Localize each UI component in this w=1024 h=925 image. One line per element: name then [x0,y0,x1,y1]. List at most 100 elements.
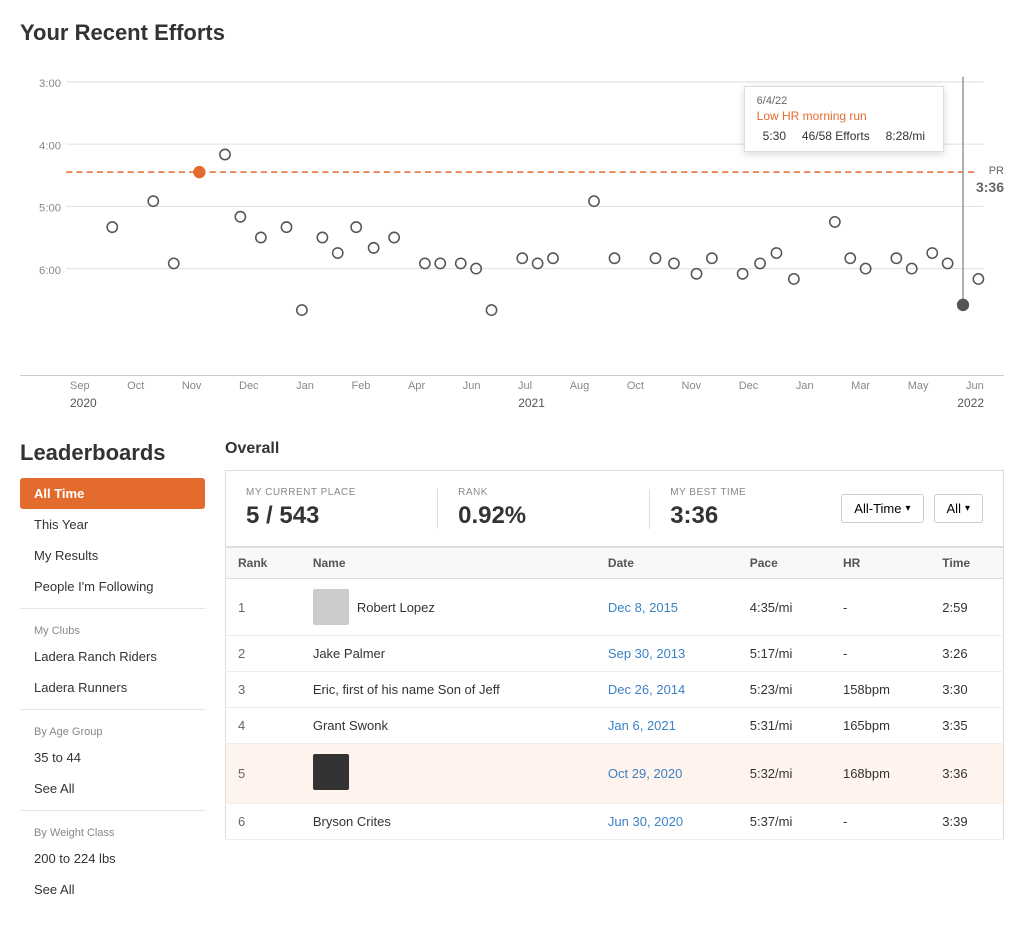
tooltip-time: 5:30 [763,129,786,143]
main-content: Overall MY CURRENT PLACE 5 / 543 RANK 0.… [205,440,1004,905]
filter-gender-button[interactable]: All [934,494,983,523]
name-cell [301,744,596,804]
svg-text:3:00: 3:00 [39,78,61,90]
filter-time-button[interactable]: All-Time [841,494,923,523]
table-row: 2 Jake Palmer Sep 30, 2013 5:17/mi - 3:2… [226,636,1004,672]
stat-best-time-value: 3:36 [670,502,841,530]
hr-cell: 168bpm [831,744,930,804]
date-link[interactable]: Dec 8, 2015 [608,600,678,615]
stat-rank-label: RANK [458,487,629,498]
svg-text:6:00: 6:00 [39,265,61,277]
rank-cell: 3 [238,682,245,697]
table-row: 4 Grant Swonk Jan 6, 2021 5:31/mi 165bpm… [226,708,1004,744]
sidebar-item-see-all-weight[interactable]: See All [20,874,205,905]
x-label-dec1: Dec [239,380,259,392]
stat-divider-2 [649,489,650,529]
hr-cell: 158bpm [831,672,930,708]
col-time: Time [930,548,1003,579]
sidebar-item-all-time[interactable]: All Time [20,478,205,509]
time-cell: 2:59 [930,579,1003,636]
pr-label: PR 3:36 [976,164,1004,196]
col-hr: HR [831,548,930,579]
col-date: Date [596,548,738,579]
x-label-oct: Oct [127,380,144,392]
x-label-jan1: Jan [296,380,314,392]
sidebar-item-people-following[interactable]: People I'm Following [20,571,205,602]
pace-cell: 5:17/mi [738,636,831,672]
stat-divider-1 [437,489,438,529]
tooltip-date: 6/4/22 [757,95,931,107]
sidebar-weight-class-label: By Weight Class [20,817,205,843]
x-label-nov1: Nov [182,380,202,392]
pace-cell: 5:23/mi [738,672,831,708]
hr-cell: - [831,636,930,672]
sidebar-divider-2 [20,709,205,710]
col-pace: Pace [738,548,831,579]
date-link[interactable]: Oct 29, 2020 [608,766,682,781]
chart-title: Your Recent Efforts [20,20,1004,46]
name-cell: Bryson Crites [301,804,596,840]
avatar [313,754,349,790]
name-cell: Eric, first of his name Son of Jeff [301,672,596,708]
pace-cell: 5:31/mi [738,708,831,744]
avatar [313,589,349,625]
x-label-aug: Aug [570,380,590,392]
time-cell: 3:35 [930,708,1003,744]
x-label-apr: Apr [408,380,425,392]
leaderboard-table: Rank Name Date Pace HR Time 1 [225,547,1004,840]
chart-section: Your Recent Efforts 6/4/22 Low HR mornin… [20,20,1004,410]
stat-best-time-label: MY BEST TIME [670,487,841,498]
sidebar-item-35-44[interactable]: 35 to 44 [20,742,205,773]
rank-cell: 5 [238,766,245,781]
leaderboard-section: Leaderboards All Time This Year My Resul… [20,440,1004,905]
chart-tooltip: 6/4/22 Low HR morning run 5:30 46/58 Eff… [744,86,944,152]
x-label-mar: Mar [851,380,870,392]
sidebar-item-see-all-age[interactable]: See All [20,773,205,804]
year-2021-label: 2021 [372,396,692,410]
x-label-jun1: Jun [463,380,481,392]
tooltip-name: Low HR morning run [757,109,931,123]
x-label-oct2: Oct [627,380,644,392]
svg-text:5:00: 5:00 [39,203,61,215]
sidebar-item-this-year[interactable]: This Year [20,509,205,540]
stat-rank-value: 0.92% [458,502,629,530]
name-cell: Grant Swonk [301,708,596,744]
col-name: Name [301,548,596,579]
rank-cell: 4 [238,718,245,733]
hr-cell: 165bpm [831,708,930,744]
stat-current-place: MY CURRENT PLACE 5 / 543 [246,487,417,530]
time-cell: 3:30 [930,672,1003,708]
tooltip-stats: 5:30 46/58 Efforts 8:28/mi [757,127,931,143]
date-link[interactable]: Dec 26, 2014 [608,682,685,697]
pace-cell: 5:37/mi [738,804,831,840]
date-link[interactable]: Jun 30, 2020 [608,814,683,829]
x-label-may: May [908,380,929,392]
pace-cell: 4:35/mi [738,579,831,636]
sidebar: Leaderboards All Time This Year My Resul… [20,440,205,905]
chart-area: 6/4/22 Low HR morning run 5:30 46/58 Eff… [20,56,1004,376]
table-row: 3 Eric, first of his name Son of Jeff De… [226,672,1004,708]
sidebar-item-my-results[interactable]: My Results [20,540,205,571]
date-link[interactable]: Jan 6, 2021 [608,718,676,733]
hr-cell: - [831,579,930,636]
time-cell: 3:39 [930,804,1003,840]
year-2022-label: 2022 [692,396,985,410]
sidebar-item-200-224[interactable]: 200 to 224 lbs [20,843,205,874]
sidebar-age-group-label: By Age Group [20,716,205,742]
x-label-jun2: Jun [966,380,984,392]
x-label-jan2: Jan [796,380,814,392]
pace-cell: 5:32/mi [738,744,831,804]
tooltip-pace: 8:28/mi [886,129,925,143]
x-label-dec2: Dec [739,380,759,392]
date-link[interactable]: Sep 30, 2013 [608,646,685,661]
table-row: 1 Robert Lopez Dec 8, 2015 4:35/mi - 2:5… [226,579,1004,636]
x-label-nov2: Nov [682,380,702,392]
sidebar-item-ladera-runners[interactable]: Ladera Runners [20,672,205,703]
sidebar-item-ladera-ranch-riders[interactable]: Ladera Ranch Riders [20,641,205,672]
sidebar-divider-1 [20,608,205,609]
x-label-feb: Feb [351,380,370,392]
filter-group: All-Time All [841,494,983,523]
stat-best-time: MY BEST TIME 3:36 [670,487,841,530]
rank-cell: 6 [238,814,245,829]
year-2020-label: 2020 [70,396,372,410]
